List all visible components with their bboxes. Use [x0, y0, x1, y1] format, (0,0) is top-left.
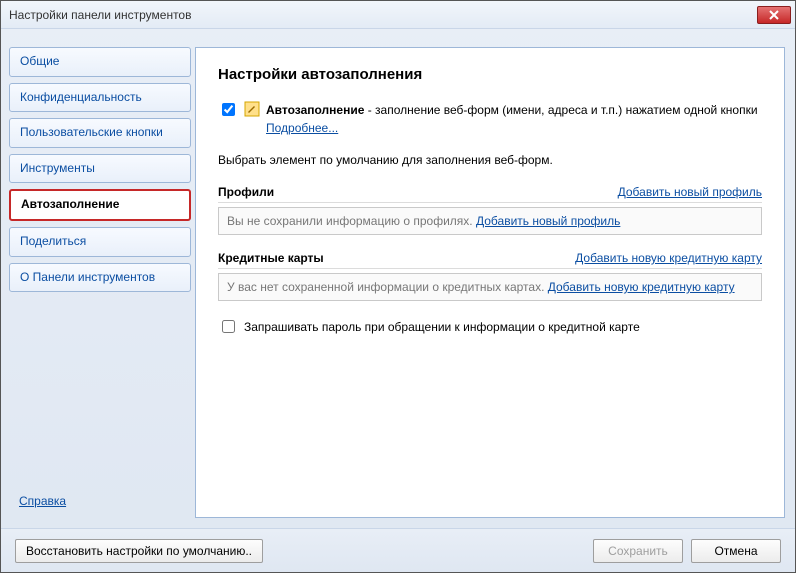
close-icon — [769, 10, 779, 20]
ask-password-label: Запрашивать пароль при обращении к инфор… — [244, 320, 640, 334]
ask-password-checkbox[interactable] — [222, 320, 235, 333]
profiles-section-header: Профили Добавить новый профиль — [218, 185, 762, 203]
main-panel: Настройки автозаполнения Автозаполнение … — [195, 47, 785, 518]
sidebar-item-share[interactable]: Поделиться — [9, 227, 191, 257]
pencil-icon — [244, 101, 260, 117]
cards-empty-text: У вас нет сохраненной информации о креди… — [227, 280, 548, 294]
profiles-title: Профили — [218, 185, 274, 199]
cards-empty-box: У вас нет сохраненной информации о креди… — [218, 273, 762, 301]
ask-password-row: Запрашивать пароль при обращении к инфор… — [218, 317, 762, 336]
sidebar-item-label: Инструменты — [20, 161, 95, 175]
autofill-toggle-row: Автозаполнение - заполнение веб-форм (им… — [218, 101, 762, 137]
autofill-checkbox[interactable] — [222, 103, 235, 116]
autofill-description: Автозаполнение - заполнение веб-форм (им… — [266, 101, 762, 137]
page-title: Настройки автозаполнения — [218, 66, 762, 83]
restore-defaults-button[interactable]: Восстановить настройки по умолчанию.. — [15, 539, 263, 563]
window-title: Настройки панели инструментов — [9, 8, 757, 22]
dialog-body: Общие Конфиденциальность Пользовательски… — [1, 29, 795, 528]
sidebar-item-label: О Панели инструментов — [20, 270, 155, 284]
choose-default-text: Выбрать элемент по умолчанию для заполне… — [218, 153, 762, 167]
sidebar-item-label: Пользовательские кнопки — [20, 125, 163, 139]
cancel-button[interactable]: Отмена — [691, 539, 781, 563]
autofill-name: Автозаполнение — [266, 103, 364, 117]
learn-more-link[interactable]: Подробнее... — [266, 121, 338, 135]
sidebar-item-general[interactable]: Общие — [9, 47, 191, 77]
cards-section-header: Кредитные карты Добавить новую кредитную… — [218, 251, 762, 269]
sidebar-item-autofill[interactable]: Автозаполнение — [9, 189, 191, 221]
sidebar-item-tools[interactable]: Инструменты — [9, 154, 191, 184]
sidebar-item-custom-buttons[interactable]: Пользовательские кнопки — [9, 118, 191, 148]
sidebar: Общие Конфиденциальность Пользовательски… — [1, 29, 191, 528]
add-card-inline-link[interactable]: Добавить новую кредитную карту — [548, 280, 735, 294]
sidebar-item-label: Общие — [20, 54, 59, 68]
autofill-desc-text: - заполнение веб-форм (имени, адреса и т… — [364, 103, 757, 117]
sidebar-item-label: Конфиденциальность — [20, 90, 142, 104]
add-profile-inline-link[interactable]: Добавить новый профиль — [476, 214, 620, 228]
titlebar: Настройки панели инструментов — [1, 1, 795, 29]
add-card-link[interactable]: Добавить новую кредитную карту — [575, 251, 762, 265]
sidebar-item-about[interactable]: О Панели инструментов — [9, 263, 191, 293]
dialog-footer: Восстановить настройки по умолчанию.. Со… — [1, 528, 795, 572]
profiles-empty-box: Вы не сохранили информацию о профилях. Д… — [218, 207, 762, 235]
add-profile-link[interactable]: Добавить новый профиль — [618, 185, 762, 199]
sidebar-item-privacy[interactable]: Конфиденциальность — [9, 83, 191, 113]
save-button[interactable]: Сохранить — [593, 539, 683, 563]
cards-title: Кредитные карты — [218, 251, 324, 265]
close-button[interactable] — [757, 6, 791, 24]
sidebar-item-label: Поделиться — [20, 234, 86, 248]
profiles-empty-text: Вы не сохранили информацию о профилях. — [227, 214, 476, 228]
sidebar-item-label: Автозаполнение — [21, 197, 119, 211]
settings-window: Настройки панели инструментов Общие Конф… — [0, 0, 796, 573]
help-link[interactable]: Справка — [19, 494, 191, 508]
